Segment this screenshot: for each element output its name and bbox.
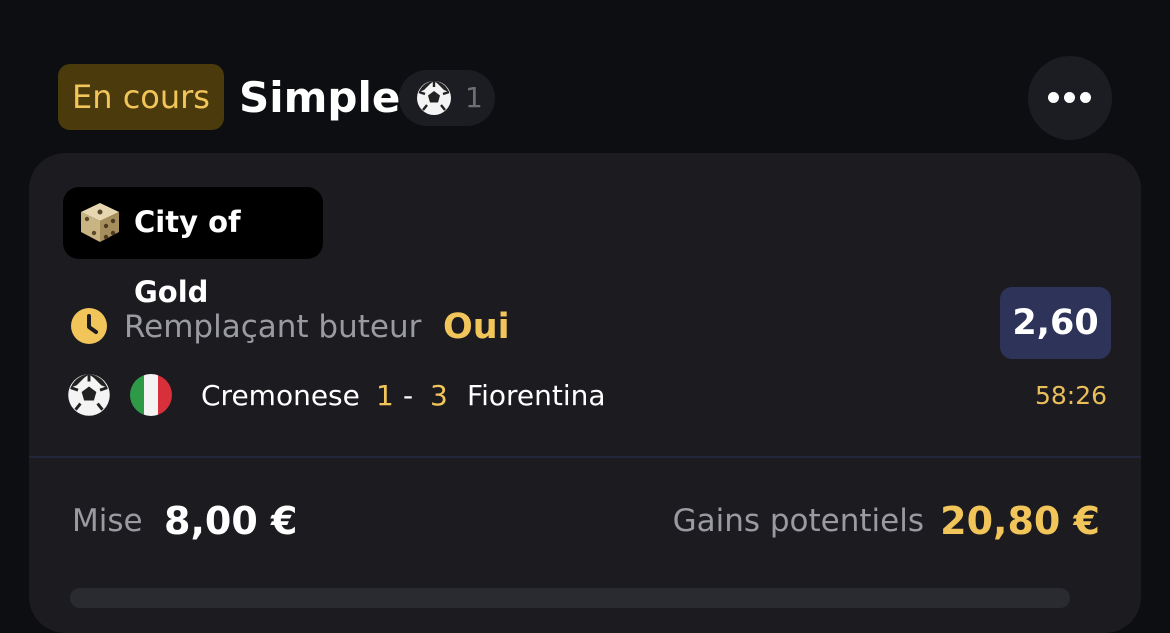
italy-flag-icon	[130, 374, 172, 416]
home-team: Cremonese	[201, 379, 360, 412]
selection-count-pill: 1	[399, 70, 495, 126]
away-score: 3	[430, 379, 448, 412]
potential-gains-value: 20,80 €	[940, 499, 1100, 543]
clock-icon	[71, 308, 107, 344]
status-badge: En cours	[58, 64, 224, 130]
dice-icon	[81, 203, 119, 242]
selection-count: 1	[465, 81, 483, 114]
match-time: 58:26	[1034, 381, 1107, 410]
stake-value: 8,00 €	[164, 499, 298, 543]
bet-selection-row: Remplaçant buteur Oui	[70, 305, 1110, 349]
card-divider	[29, 456, 1141, 458]
match-row[interactable]: Cremonese 1 - 3 Fiorentina 58:26	[67, 371, 1107, 421]
odds-badge: 2,60	[1000, 287, 1111, 359]
potential-gains-label: Gains potentiels	[672, 503, 924, 539]
bet-summary: Mise 8,00 € Gains potentiels 20,80 €	[72, 493, 1100, 549]
more-options-button[interactable]	[1028, 56, 1112, 140]
bet-card[interactable]: City of Gold Remplaçant buteur Oui 2,60 …	[29, 153, 1141, 633]
home-score: 1	[376, 379, 394, 412]
score-separator: -	[403, 379, 414, 412]
bet-type-title: Simple	[239, 73, 401, 122]
selection-value: Oui	[443, 307, 510, 347]
away-team: Fiorentina	[467, 379, 606, 412]
game-tag: City of Gold	[63, 187, 323, 309]
soccer-ball-icon	[417, 81, 451, 115]
bet-header: En cours Simple 1	[58, 56, 1112, 140]
market-name: Remplaçant buteur	[124, 309, 422, 345]
stake-label: Mise	[72, 503, 143, 539]
cash-out-button-edge[interactable]	[70, 588, 1070, 608]
soccer-ball-icon	[68, 374, 110, 416]
